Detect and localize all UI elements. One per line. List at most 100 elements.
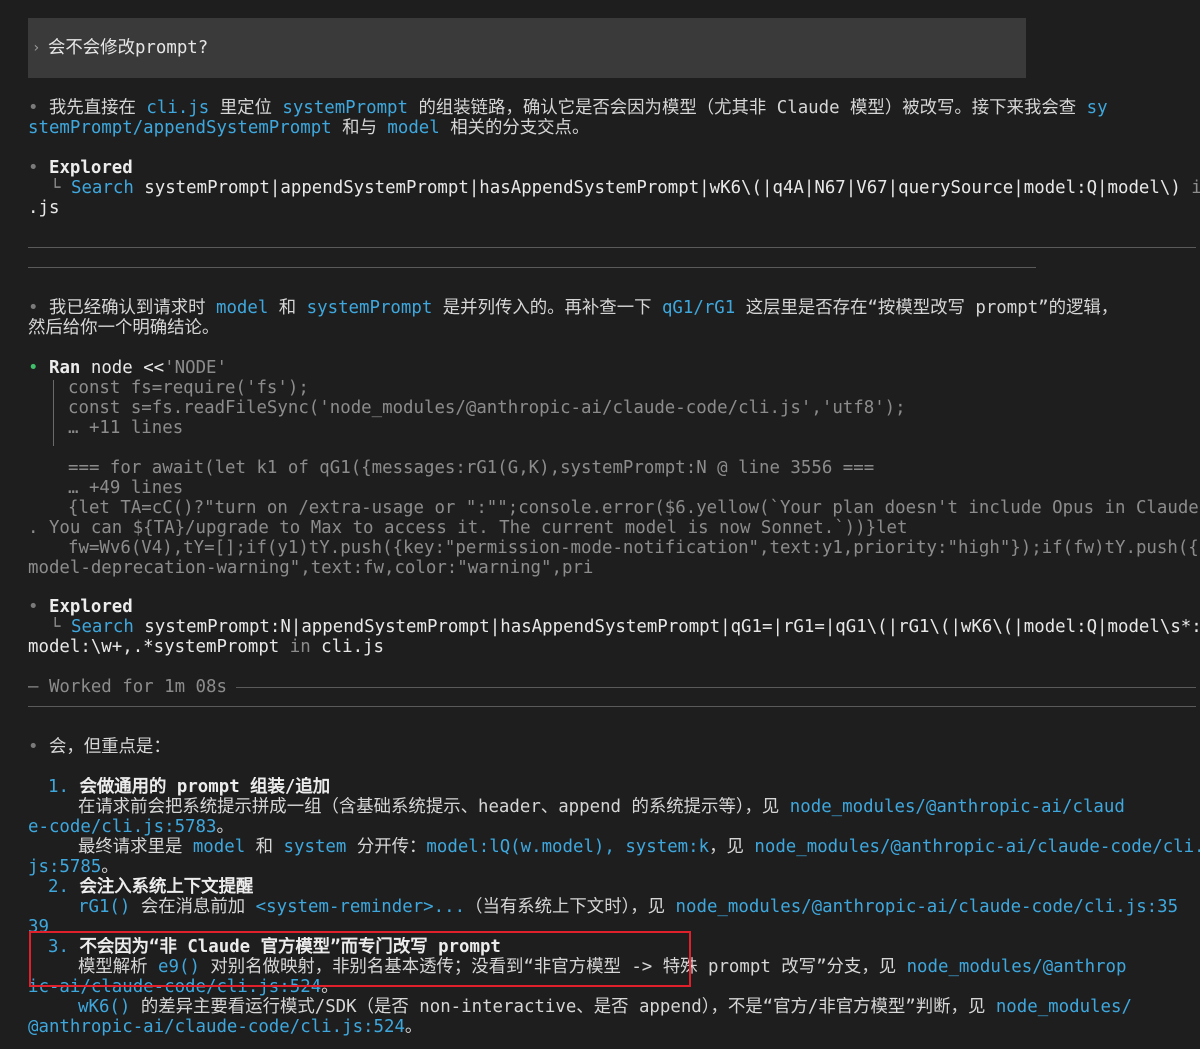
- output-line: === for await(let k1 of qG1({messages:rG…: [68, 458, 874, 478]
- code-ref: wK6(): [78, 997, 131, 1017]
- message-text: 的组装链路，确认它是否会因为模型（尤其非 Claude 模型）被改写。接下来我会…: [408, 98, 1087, 118]
- message-text: 里定位: [209, 98, 283, 118]
- search-label: Search: [70, 617, 134, 637]
- command-line: const fs=require('fs');: [68, 378, 309, 398]
- divider: [236, 687, 1196, 688]
- message-text: 和: [268, 298, 307, 318]
- output-line: … +49 lines: [68, 478, 183, 498]
- output-line: . You can ${TA}/upgrade to Max to access…: [28, 518, 907, 538]
- output-text: . You can ${TA}/upgrade to Max to access…: [28, 518, 908, 538]
- message-text: 会在消息前加: [130, 897, 256, 917]
- command-line: … +11 lines: [68, 418, 183, 438]
- search-label: Search: [70, 178, 134, 198]
- user-prompt-box: › 会不会修改prompt?: [28, 18, 1026, 78]
- worked-for-status: — Worked for 1m 08s: [28, 677, 227, 697]
- message-text: 我已经确认到请求时: [48, 298, 216, 318]
- list-number: 2.: [48, 877, 69, 897]
- command-gutter-bar: [53, 380, 54, 446]
- message-text: 最终请求里是: [78, 837, 193, 857]
- output-text: fw=Wv6(V4),tY=[];if(y1)tY.push({key:"per…: [68, 538, 1200, 558]
- message-text: 我先直接在: [48, 98, 147, 118]
- code-ref: cli.js: [146, 98, 210, 118]
- code-ref: rG1(): [78, 897, 131, 917]
- message-text: （当有系统上下文时），见: [465, 897, 676, 917]
- chevron-right-icon: ›: [32, 40, 41, 56]
- in-label: in: [279, 637, 322, 657]
- message-text: 是并列传入的。再补查一下: [432, 298, 662, 318]
- explored-title: Explored: [48, 597, 133, 617]
- file-link[interactable]: e-code/cli.js:5783: [28, 817, 216, 837]
- bullet-icon: •: [28, 737, 39, 757]
- assistant-message-1-line-2: stemPrompt/appendSystemPrompt 和与 model 相…: [28, 118, 589, 138]
- code-ref: model: [215, 298, 269, 318]
- answer-item-1-title: 1. 会做通用的 prompt 组装/追加: [48, 777, 330, 797]
- ran-title: Ran: [48, 358, 81, 378]
- code-ref: model: [192, 837, 246, 857]
- output-text: model-deprecation-warning",text:fw,color…: [28, 558, 594, 578]
- answer-item-1-line: js:5785。: [28, 857, 119, 877]
- command-text: const fs=require('fs');: [68, 378, 309, 398]
- bullet-icon: •: [28, 98, 39, 118]
- code-ref: stemPrompt/appendSystemPrompt: [28, 118, 332, 138]
- ran-command-heredoc: 'NODE': [164, 358, 227, 378]
- explored-heading-2: • Explored: [28, 597, 133, 617]
- file-link[interactable]: @anthropic-ai/claude-code/cli.js:524: [28, 1017, 405, 1037]
- ran-heading: • Ran node <<'NODE': [28, 358, 227, 378]
- message-text: 和: [245, 837, 284, 857]
- highlight-annotation-box: [29, 931, 691, 987]
- file-link[interactable]: node_modules/: [996, 997, 1132, 1017]
- code-ref: sy: [1086, 98, 1108, 118]
- explored-search-line-2: └ Search systemPrompt:N|appendSystemProm…: [50, 617, 1200, 637]
- message-text: 在请求前会把系统提示拼成一组（含基础系统提示、header、append 的系统…: [78, 797, 790, 817]
- message-text: 相关的分支交点。: [439, 118, 590, 138]
- answer-item-1-line: e-code/cli.js:5783。: [28, 817, 234, 837]
- divider: [28, 706, 1196, 707]
- explored-search-line-1-cont: .js: [28, 198, 59, 218]
- search-query: systemPrompt:N|appendSystemPrompt|hasApp…: [133, 617, 1200, 637]
- in-label: in: [1191, 178, 1200, 198]
- tree-branch-icon: └: [50, 617, 61, 637]
- list-title: 会注入系统上下文提醒: [79, 877, 254, 897]
- user-prompt-text: 会不会修改prompt?: [48, 38, 209, 58]
- explored-search-line-2-cont: model:\w+,.*systemPrompt in cli.js: [28, 637, 384, 657]
- answer-item-1-line: 在请求前会把系统提示拼成一组（含基础系统提示、header、append 的系统…: [78, 797, 1125, 817]
- message-text: 的差异主要看运行模式/SDK（是否 non-interactive、是否 app…: [130, 997, 996, 1017]
- assistant-message-2-line-2: 然后给你一个明确结论。: [28, 318, 219, 338]
- explored-title: Explored: [48, 158, 133, 178]
- message-text: 。: [101, 857, 119, 877]
- answer-intro: • 会，但重点是：: [28, 737, 171, 757]
- collapsed-lines: … +49 lines: [68, 478, 184, 498]
- message-text: 然后给你一个明确结论。: [28, 318, 220, 338]
- success-dot-icon: •: [28, 358, 39, 378]
- code-ref: <system-reminder>...: [255, 897, 466, 917]
- search-query: systemPrompt|appendSystemPrompt|hasAppen…: [133, 178, 1181, 198]
- bullet-icon: •: [28, 597, 39, 617]
- collapsed-lines: … +11 lines: [68, 418, 184, 438]
- list-number: 1.: [48, 777, 69, 797]
- bullet-icon: •: [28, 158, 39, 178]
- message-text: ，见: [709, 837, 755, 857]
- file-link[interactable]: node_modules/@anthropic-ai/claude-code/c…: [754, 837, 1200, 857]
- divider: [28, 267, 1036, 268]
- ran-command: node <<: [80, 358, 165, 378]
- code-ref: model:lQ(w.model), system:k: [426, 837, 710, 857]
- list-title: 会做通用的 prompt 组装/追加: [79, 777, 331, 797]
- bullet-icon: •: [28, 298, 39, 318]
- code-ref: systemPrompt: [282, 98, 408, 118]
- message-text: 这层里是否存在“按模型改写 prompt”的逻辑，: [735, 298, 1119, 318]
- message-text: 分开传：: [346, 837, 427, 857]
- divider: [28, 247, 1196, 248]
- search-file: cli.js: [321, 637, 384, 657]
- file-link[interactable]: node_modules/@anthrop: [907, 957, 1127, 977]
- output-text: {let TA=cC()?"turn on /extra-usage or ":…: [68, 498, 1200, 518]
- answer-item-1-line: 最终请求里是 model 和 system 分开传：model:lQ(w.mod…: [78, 837, 1200, 857]
- message-text: 。: [404, 1017, 423, 1037]
- file-link[interactable]: node_modules/@anthropic-ai/claud: [790, 797, 1125, 817]
- search-query: model:\w+,.*systemPrompt: [28, 637, 280, 657]
- file-link[interactable]: node_modules/@anthropic-ai/claude-code/c…: [676, 897, 1179, 917]
- explored-heading-1: • Explored: [28, 158, 133, 178]
- code-ref: model: [387, 118, 440, 138]
- answer-item-2-line: rG1() 会在消息前加 <system-reminder>...（当有系统上下…: [78, 897, 1178, 917]
- file-link[interactable]: js:5785: [28, 857, 101, 877]
- answer-item-3-line: @anthropic-ai/claude-code/cli.js:524。: [28, 1017, 422, 1037]
